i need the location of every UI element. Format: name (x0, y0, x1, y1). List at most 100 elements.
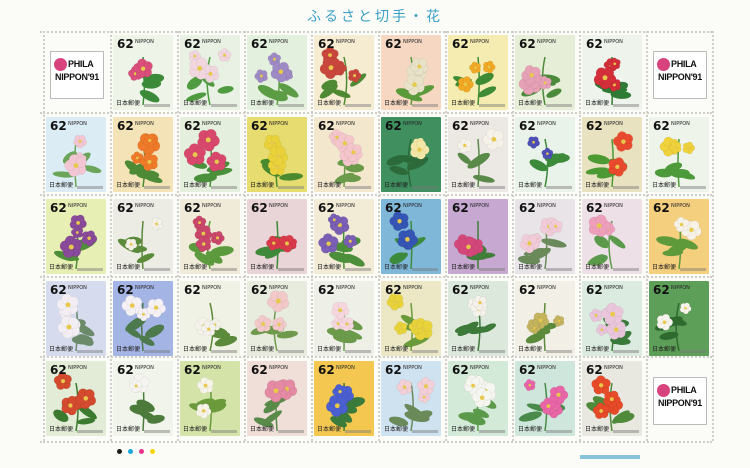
stamp-brand: NIPPON (671, 285, 690, 291)
stamp-issuer: 日本郵便 (116, 426, 141, 433)
stamp-brand: NIPPON (470, 39, 489, 45)
flower-center (422, 395, 426, 399)
flower-center (487, 65, 491, 69)
flower-center (68, 244, 74, 250)
species-caption-mark (546, 350, 572, 353)
stamp-issuer: 日本郵便 (183, 264, 208, 271)
logo-line-1: PHILA (671, 385, 697, 395)
leaf-shape (609, 235, 626, 249)
flower-center (529, 72, 534, 78)
petal-shape (614, 157, 624, 167)
leaf-shape (457, 152, 472, 165)
stamp-issuer: 日本郵便 (652, 264, 677, 271)
flower-stamp: 62 NIPPON 日本郵便 (381, 199, 441, 274)
species-caption-mark (345, 104, 371, 107)
flower-stamp: 62 NIPPON 日本郵便 (46, 199, 106, 274)
flower-stamp: 62 NIPPON 日本郵便 (448, 281, 508, 356)
perforation-column (244, 31, 246, 441)
species-caption-mark (613, 350, 639, 353)
flower-center (674, 145, 677, 149)
stamp-denomination: 62 (385, 119, 402, 133)
stamp-denomination: 62 (653, 283, 670, 297)
flower-stamp: 62 NIPPON 日本郵便 (180, 117, 240, 192)
stamp-brand: NIPPON (403, 285, 422, 291)
flower-center (424, 384, 428, 389)
species-caption-mark (546, 430, 572, 433)
flower-stamp: 62 NIPPON 日本郵便 (46, 281, 106, 356)
flower-center (466, 244, 471, 250)
leaf-shape (389, 166, 409, 176)
flower-center (129, 303, 135, 308)
flower-stamp: 62 NIPPON 日本郵便 (247, 361, 307, 436)
flower-stamp: 62 NIPPON 日本郵便 (649, 117, 709, 192)
stamp-brand: NIPPON (135, 121, 154, 127)
stamp-issuer: 日本郵便 (317, 182, 342, 189)
stamp-denomination: 62 (318, 201, 335, 215)
stamp-brand: NIPPON (403, 203, 422, 209)
stamp-denomination: 62 (519, 201, 536, 215)
stamp-issuer: 日本郵便 (250, 346, 275, 353)
flower-center (134, 384, 138, 388)
flower-center (129, 243, 133, 246)
petal-shape (192, 49, 199, 57)
stamp-issuer: 日本郵便 (384, 426, 409, 433)
stamp-issuer: 日本郵便 (116, 264, 141, 271)
species-caption-mark (144, 104, 170, 107)
perforation-column (43, 31, 45, 441)
stamp-denomination: 62 (251, 283, 268, 297)
flower-center (479, 395, 485, 400)
flower-center (273, 388, 279, 394)
stamp-issuer: 日本郵便 (518, 264, 543, 271)
flower-center (491, 136, 497, 142)
stamp-denomination: 62 (318, 119, 335, 133)
flower-center (155, 222, 159, 226)
logo-line-2: NIPPON'91 (55, 72, 99, 82)
stamp-brand: NIPPON (537, 39, 556, 45)
stamp-brand: NIPPON (403, 365, 422, 371)
flower-center (348, 239, 352, 243)
stamp-denomination: 62 (586, 283, 603, 297)
flower-center (332, 218, 336, 222)
flower-center (338, 390, 342, 394)
flower-stamp: 62 NIPPON 日本郵便 (247, 199, 307, 274)
stamp-brand: NIPPON (537, 285, 556, 291)
flower-center (223, 53, 227, 57)
stamp-brand: NIPPON (604, 203, 623, 209)
species-caption-mark (278, 104, 304, 107)
stamp-brand: NIPPON (269, 121, 288, 127)
flower-center (414, 325, 418, 329)
stamp-brand: NIPPON (269, 39, 288, 45)
stamp-denomination: 62 (184, 119, 201, 133)
flower-center (345, 322, 349, 326)
stamp-brand: NIPPON (202, 39, 221, 45)
flower-center (338, 308, 343, 313)
stamp-issuer: 日本郵便 (250, 182, 275, 189)
flower-center (201, 242, 206, 246)
stamp-issuer: 日本郵便 (384, 264, 409, 271)
flower-stamp: 62 NIPPON 日本郵便 (448, 35, 508, 110)
stamp-denomination: 62 (519, 119, 536, 133)
flower-center (600, 328, 604, 331)
stamp-issuer: 日本郵便 (317, 426, 342, 433)
stamp-brand: NIPPON (68, 285, 87, 291)
stamp-issuer: 日本郵便 (183, 346, 208, 353)
flower-center (609, 397, 614, 402)
flower-center (140, 66, 146, 71)
stamp-issuer: 日本郵便 (183, 182, 208, 189)
species-caption-mark (613, 186, 639, 189)
stamp-brand: NIPPON (537, 121, 556, 127)
flower-stamp: 62 NIPPON 日本郵便 (46, 117, 106, 192)
leaf-shape (217, 85, 234, 94)
species-caption-mark (211, 350, 237, 353)
stamp-denomination: 62 (385, 37, 402, 51)
flower-center (275, 153, 281, 158)
flower-center (75, 231, 79, 234)
flower-center (147, 159, 152, 164)
species-caption-mark (613, 104, 639, 107)
perforation-column (445, 31, 447, 441)
globe-icon (657, 58, 670, 71)
flower-stamp: 62 NIPPON 日本郵便 (113, 199, 173, 274)
flower-center (275, 298, 281, 304)
flower-center (613, 62, 617, 66)
logo-line-2: NIPPON'91 (658, 72, 702, 82)
